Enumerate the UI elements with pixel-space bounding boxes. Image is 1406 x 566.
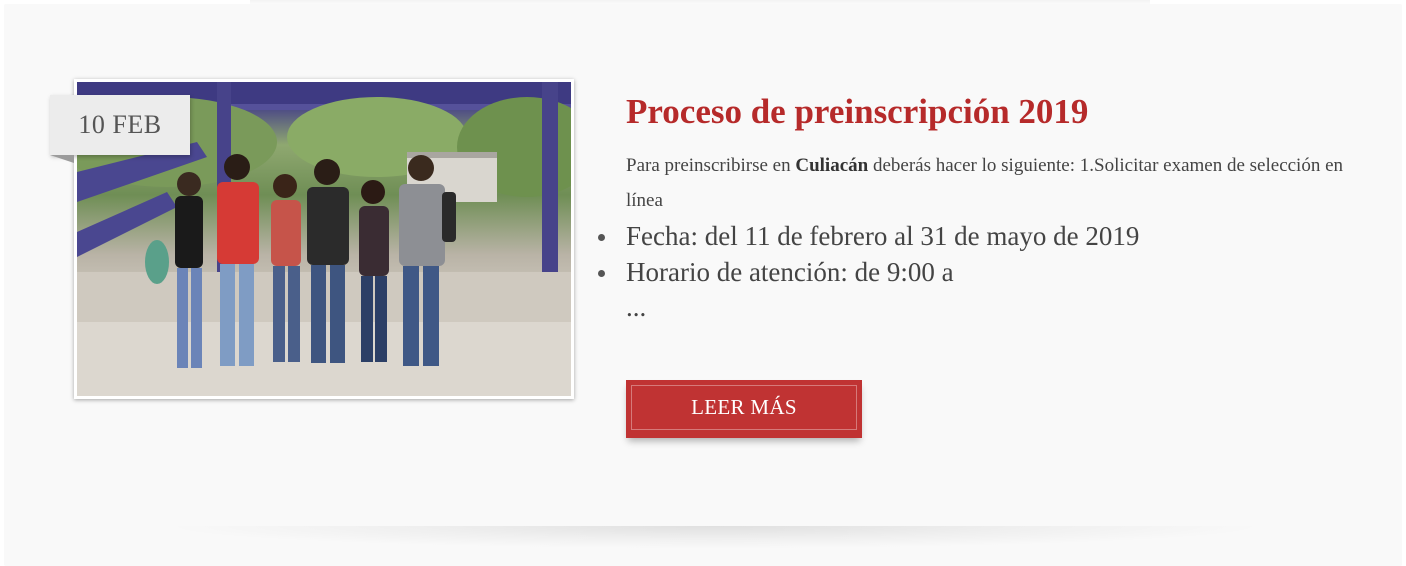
read-more-button[interactable]: LEER MÁS bbox=[626, 380, 862, 438]
post-title-link[interactable]: Proceso de preinscripción 2019 bbox=[626, 92, 1088, 132]
post-excerpt: Para preinscribirse en Culiacán deberás … bbox=[626, 148, 1366, 218]
date-badge: 10 FEB bbox=[50, 95, 190, 163]
date-badge-fold bbox=[50, 155, 74, 163]
excerpt-bold-city: Culiacán bbox=[795, 155, 869, 176]
date-badge-label: 10 FEB bbox=[78, 110, 162, 139]
bullet-item-date: Fecha: del 11 de febrero al 31 de mayo d… bbox=[598, 218, 1366, 254]
card-bottom-shadow bbox=[175, 526, 1255, 548]
excerpt-ellipsis: ... bbox=[626, 292, 647, 322]
excerpt-prefix: Para preinscribirse en bbox=[626, 155, 796, 176]
post-bullet-list: Fecha: del 11 de febrero al 31 de mayo d… bbox=[598, 218, 1366, 290]
read-more-label: LEER MÁS bbox=[631, 385, 857, 430]
bullet-item-hours: Horario de atención: de 9:00 a bbox=[598, 254, 1366, 290]
page-background: 10 FEB Proceso de preinscripción 2019 Pa… bbox=[0, 0, 1406, 566]
